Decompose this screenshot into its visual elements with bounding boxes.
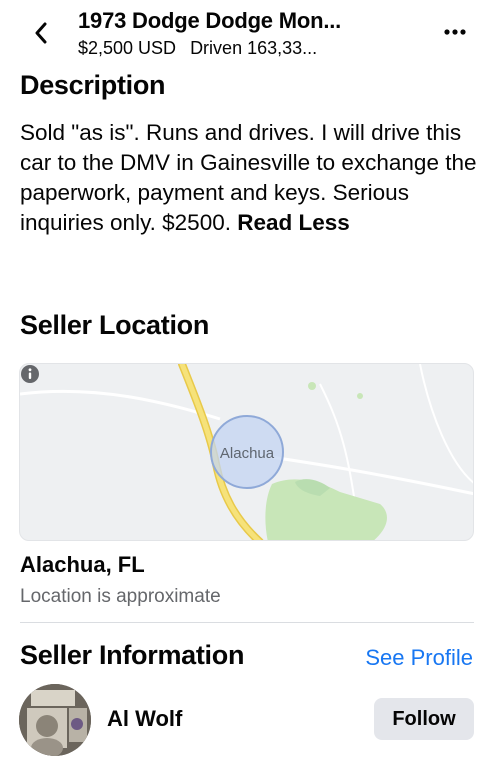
seller-location-heading: Seller Location — [20, 310, 210, 340]
location-city: Alachua, FL — [20, 552, 145, 577]
seller-information-heading: Seller Information — [20, 640, 245, 670]
listing-header: 1973 Dodge Dodge Mon... $2,500 USD Driven… — [0, 0, 493, 66]
section-divider — [20, 622, 474, 623]
more-options-button[interactable] — [438, 18, 472, 46]
info-icon[interactable] — [20, 364, 40, 384]
listing-mileage: Driven 163,33... — [190, 38, 318, 58]
description-body: Sold "as is". Runs and drives. I will dr… — [20, 118, 480, 238]
more-horizontal-icon — [444, 29, 466, 35]
read-less-link[interactable]: Read Less — [237, 210, 350, 235]
back-button[interactable] — [28, 20, 54, 46]
location-approx-note: Location is approximate — [20, 586, 221, 607]
follow-button[interactable]: Follow — [374, 698, 474, 740]
seller-avatar[interactable] — [19, 684, 91, 756]
listing-price: $2,500 USD — [78, 38, 177, 58]
see-profile-link[interactable]: See Profile — [365, 645, 473, 671]
chevron-left-icon — [35, 22, 47, 44]
location-map[interactable]: Alachua — [19, 363, 474, 541]
description-heading: Description — [20, 70, 166, 100]
avatar-image — [19, 684, 91, 756]
map-place-label: Alachua — [219, 445, 275, 462]
seller-name[interactable]: Al Wolf — [107, 706, 182, 732]
listing-subtitle: $2,500 USD Driven 163,33... — [78, 38, 418, 59]
listing-title: 1973 Dodge Dodge Mon... — [78, 8, 342, 33]
